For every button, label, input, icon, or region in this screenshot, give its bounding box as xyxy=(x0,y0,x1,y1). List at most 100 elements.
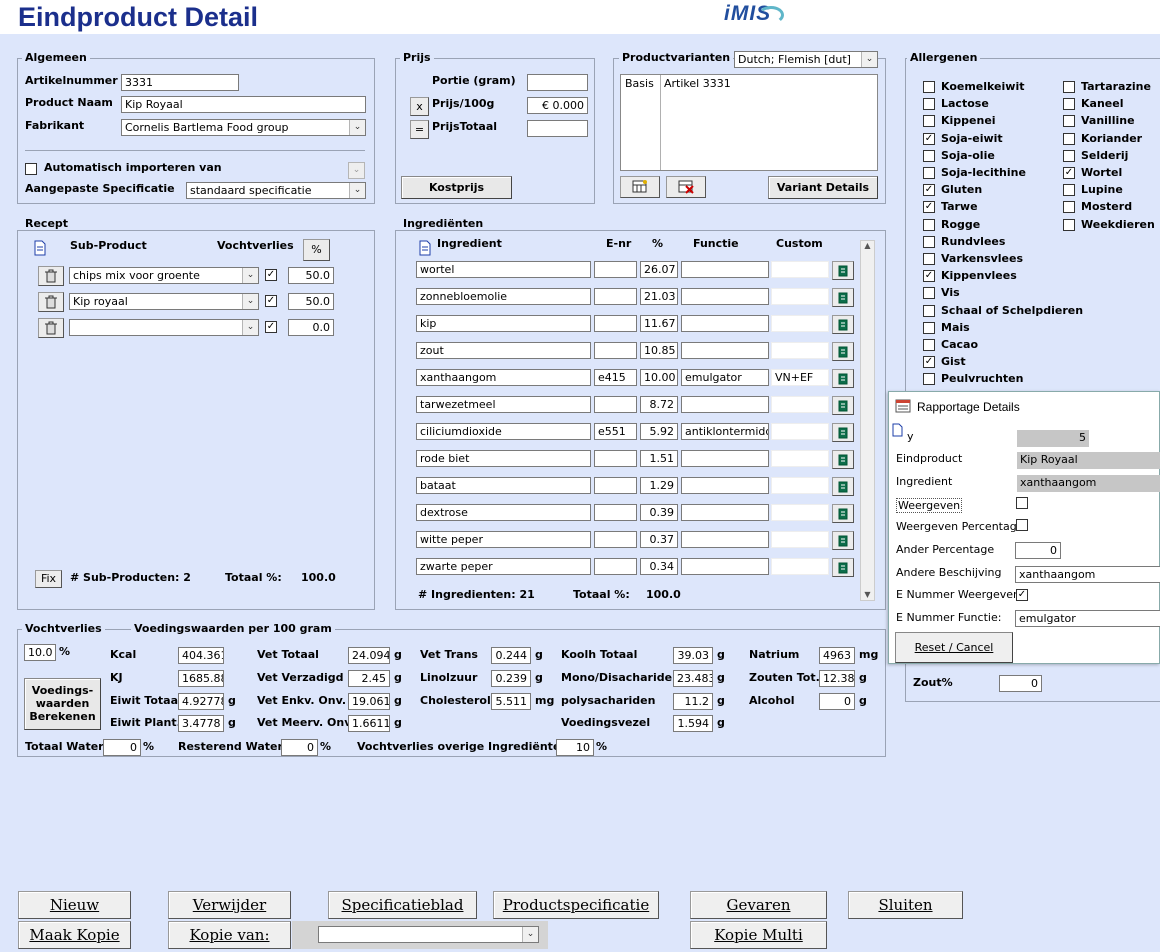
doc-icon[interactable] xyxy=(892,423,904,440)
vet_meerv-field[interactable]: 1.6611 xyxy=(348,715,390,732)
ingredient-detail-icon[interactable] xyxy=(832,450,854,469)
language-select[interactable]: Dutch; Flemish [dut] ⌄ xyxy=(734,51,878,68)
allergen-checkbox[interactable] xyxy=(1063,98,1075,111)
nieuw-button[interactable]: Nieuw xyxy=(18,891,131,919)
maak-kopie-button[interactable]: Maak Kopie xyxy=(18,921,131,949)
auto-import-checkbox[interactable] xyxy=(25,163,37,175)
ingredient-enr-field[interactable] xyxy=(594,261,637,278)
fabrikant-select[interactable]: Cornelis Bartlema Food group ⌄ xyxy=(121,119,366,136)
productspecificatie-button[interactable]: Productspecificatie xyxy=(493,891,659,919)
ingredient-enr-field[interactable] xyxy=(594,288,637,305)
scroll-down-icon[interactable]: ▼ xyxy=(861,590,874,599)
vochtverlies-value[interactable]: 0.0 xyxy=(288,319,334,336)
allergen-checkbox[interactable] xyxy=(1063,132,1075,145)
variant-details-button[interactable]: Variant Details xyxy=(768,176,878,199)
ingredient-functie-field[interactable] xyxy=(681,477,769,494)
ingredient-detail-icon[interactable] xyxy=(832,315,854,334)
eiwit_totaal-field[interactable]: 4.92778 xyxy=(178,693,224,710)
subproduct-checkbox[interactable]: ✓ xyxy=(265,321,277,333)
ingredient-detail-icon[interactable] xyxy=(832,369,854,388)
allergen-checkbox[interactable] xyxy=(923,253,935,265)
new-ingredient-icon[interactable] xyxy=(418,240,432,259)
allergen-checkbox[interactable] xyxy=(1063,201,1075,214)
ingredient-name-field[interactable]: witte peper xyxy=(416,531,591,548)
ingredient-name-field[interactable]: dextrose xyxy=(416,504,591,521)
ingredient-name-field[interactable]: tarwezetmeel xyxy=(416,396,591,413)
ingredient-pct-field[interactable]: 1.51 xyxy=(640,450,678,467)
ingredient-pct-field[interactable]: 0.39 xyxy=(640,504,678,521)
overig-field[interactable]: 10 xyxy=(556,739,594,756)
ingredient-custom-field[interactable] xyxy=(771,504,829,521)
scroll-up-icon[interactable]: ▲ xyxy=(861,241,874,250)
ingredient-enr-field[interactable] xyxy=(594,342,637,359)
allergen-checkbox[interactable] xyxy=(1063,149,1075,162)
ingredient-pct-field[interactable]: 21.03 xyxy=(640,288,678,305)
ingredient-custom-field[interactable] xyxy=(771,450,829,467)
sluiten-button[interactable]: Sluiten xyxy=(848,891,963,919)
ingredient-custom-field[interactable] xyxy=(771,531,829,548)
beschrijving-field[interactable]: xanthaangom xyxy=(1015,566,1160,583)
weergeven-checkbox[interactable] xyxy=(1016,497,1028,509)
ingredient-enr-field[interactable]: e551 xyxy=(594,423,637,440)
fix-button[interactable]: Fix xyxy=(35,570,62,588)
allergen-checkbox[interactable] xyxy=(923,339,935,351)
variant-list[interactable] xyxy=(620,74,878,171)
ingredient-name-field[interactable]: wortel xyxy=(416,261,591,278)
vochtverlies-field[interactable]: 10.0 xyxy=(24,644,56,661)
ingredient-custom-field[interactable] xyxy=(771,288,829,305)
allergen-checkbox[interactable] xyxy=(923,98,935,111)
multiply-button[interactable]: x xyxy=(410,97,429,116)
portie-field[interactable] xyxy=(527,74,588,91)
allergen-checkbox[interactable] xyxy=(923,373,935,386)
ingredient-custom-field[interactable] xyxy=(771,477,829,494)
vet_enkv-field[interactable]: 19.061 xyxy=(348,693,390,710)
variant-cell-artikel[interactable]: Artikel 3331 xyxy=(664,77,731,90)
ingredient-enr-field[interactable] xyxy=(594,396,637,413)
subproduct-checkbox[interactable]: ✓ xyxy=(265,295,277,307)
vet_trans-field[interactable]: 0.244 xyxy=(491,647,531,664)
allergen-checkbox[interactable]: ✓ xyxy=(923,132,935,145)
allergen-checkbox[interactable] xyxy=(1063,218,1075,231)
variant-cell-basis[interactable]: Basis xyxy=(625,77,654,90)
allergen-checkbox[interactable]: ✓ xyxy=(923,270,935,283)
ingredient-enr-field[interactable] xyxy=(594,558,637,575)
ingredient-functie-field[interactable] xyxy=(681,396,769,413)
ingredient-pct-field[interactable]: 8.72 xyxy=(640,396,678,413)
ingredient-custom-field[interactable] xyxy=(771,261,829,278)
linolzuur-field[interactable]: 0.239 xyxy=(491,670,531,687)
ingredient-detail-icon[interactable] xyxy=(832,342,854,361)
ingredient-functie-field[interactable]: emulgator xyxy=(681,369,769,386)
ingredient-enr-field[interactable] xyxy=(594,477,637,494)
ingredient-custom-field[interactable] xyxy=(771,396,829,413)
allergen-checkbox[interactable]: ✓ xyxy=(1063,167,1075,179)
trash-icon[interactable] xyxy=(38,318,64,338)
ingredient-enr-field[interactable] xyxy=(594,531,637,548)
add-variant-icon[interactable] xyxy=(620,176,660,198)
allergen-checkbox[interactable] xyxy=(923,115,935,128)
ingredient-name-field[interactable]: zonnebloemolie xyxy=(416,288,591,305)
enummer-checkbox[interactable]: ✓ xyxy=(1016,589,1028,601)
aangepaste-select[interactable]: standaard specificatie ⌄ xyxy=(186,182,366,199)
zout-field[interactable]: 0 xyxy=(999,675,1042,692)
ingredient-name-field[interactable]: rode biet xyxy=(416,450,591,467)
kopie-van-select[interactable]: ⌄ xyxy=(318,926,539,943)
resterend-field[interactable]: 0 xyxy=(281,739,318,756)
eiwit_plant-field[interactable]: 3.4778 xyxy=(178,715,224,732)
allergen-checkbox[interactable]: ✓ xyxy=(923,356,935,369)
verwijder-button[interactable]: Verwijder xyxy=(168,891,291,919)
ander-pct-field[interactable]: 0 xyxy=(1015,542,1061,559)
allergen-checkbox[interactable] xyxy=(923,81,935,93)
ingredient-enr-field[interactable]: e415 xyxy=(594,369,637,386)
kopie-multi-button[interactable]: Kopie Multi xyxy=(690,921,827,949)
kopie-van-button[interactable]: Kopie van: xyxy=(168,921,291,949)
bereken-button[interactable]: Voedings- waarden Berekenen xyxy=(24,678,101,730)
productnaam-field[interactable]: Kip Royaal xyxy=(121,96,366,113)
ingredient-pct-field[interactable]: 0.34 xyxy=(640,558,678,575)
ingredient-functie-field[interactable] xyxy=(681,450,769,467)
ingredient-detail-icon[interactable] xyxy=(832,423,854,442)
delete-variant-icon[interactable] xyxy=(666,176,706,198)
chevron-down-icon[interactable]: ⌄ xyxy=(242,320,258,335)
ingredient-enr-field[interactable] xyxy=(594,504,637,521)
vet_verz-field[interactable]: 2.45 xyxy=(348,670,390,687)
reset-cancel-button[interactable]: Reset / Cancel xyxy=(895,632,1013,663)
